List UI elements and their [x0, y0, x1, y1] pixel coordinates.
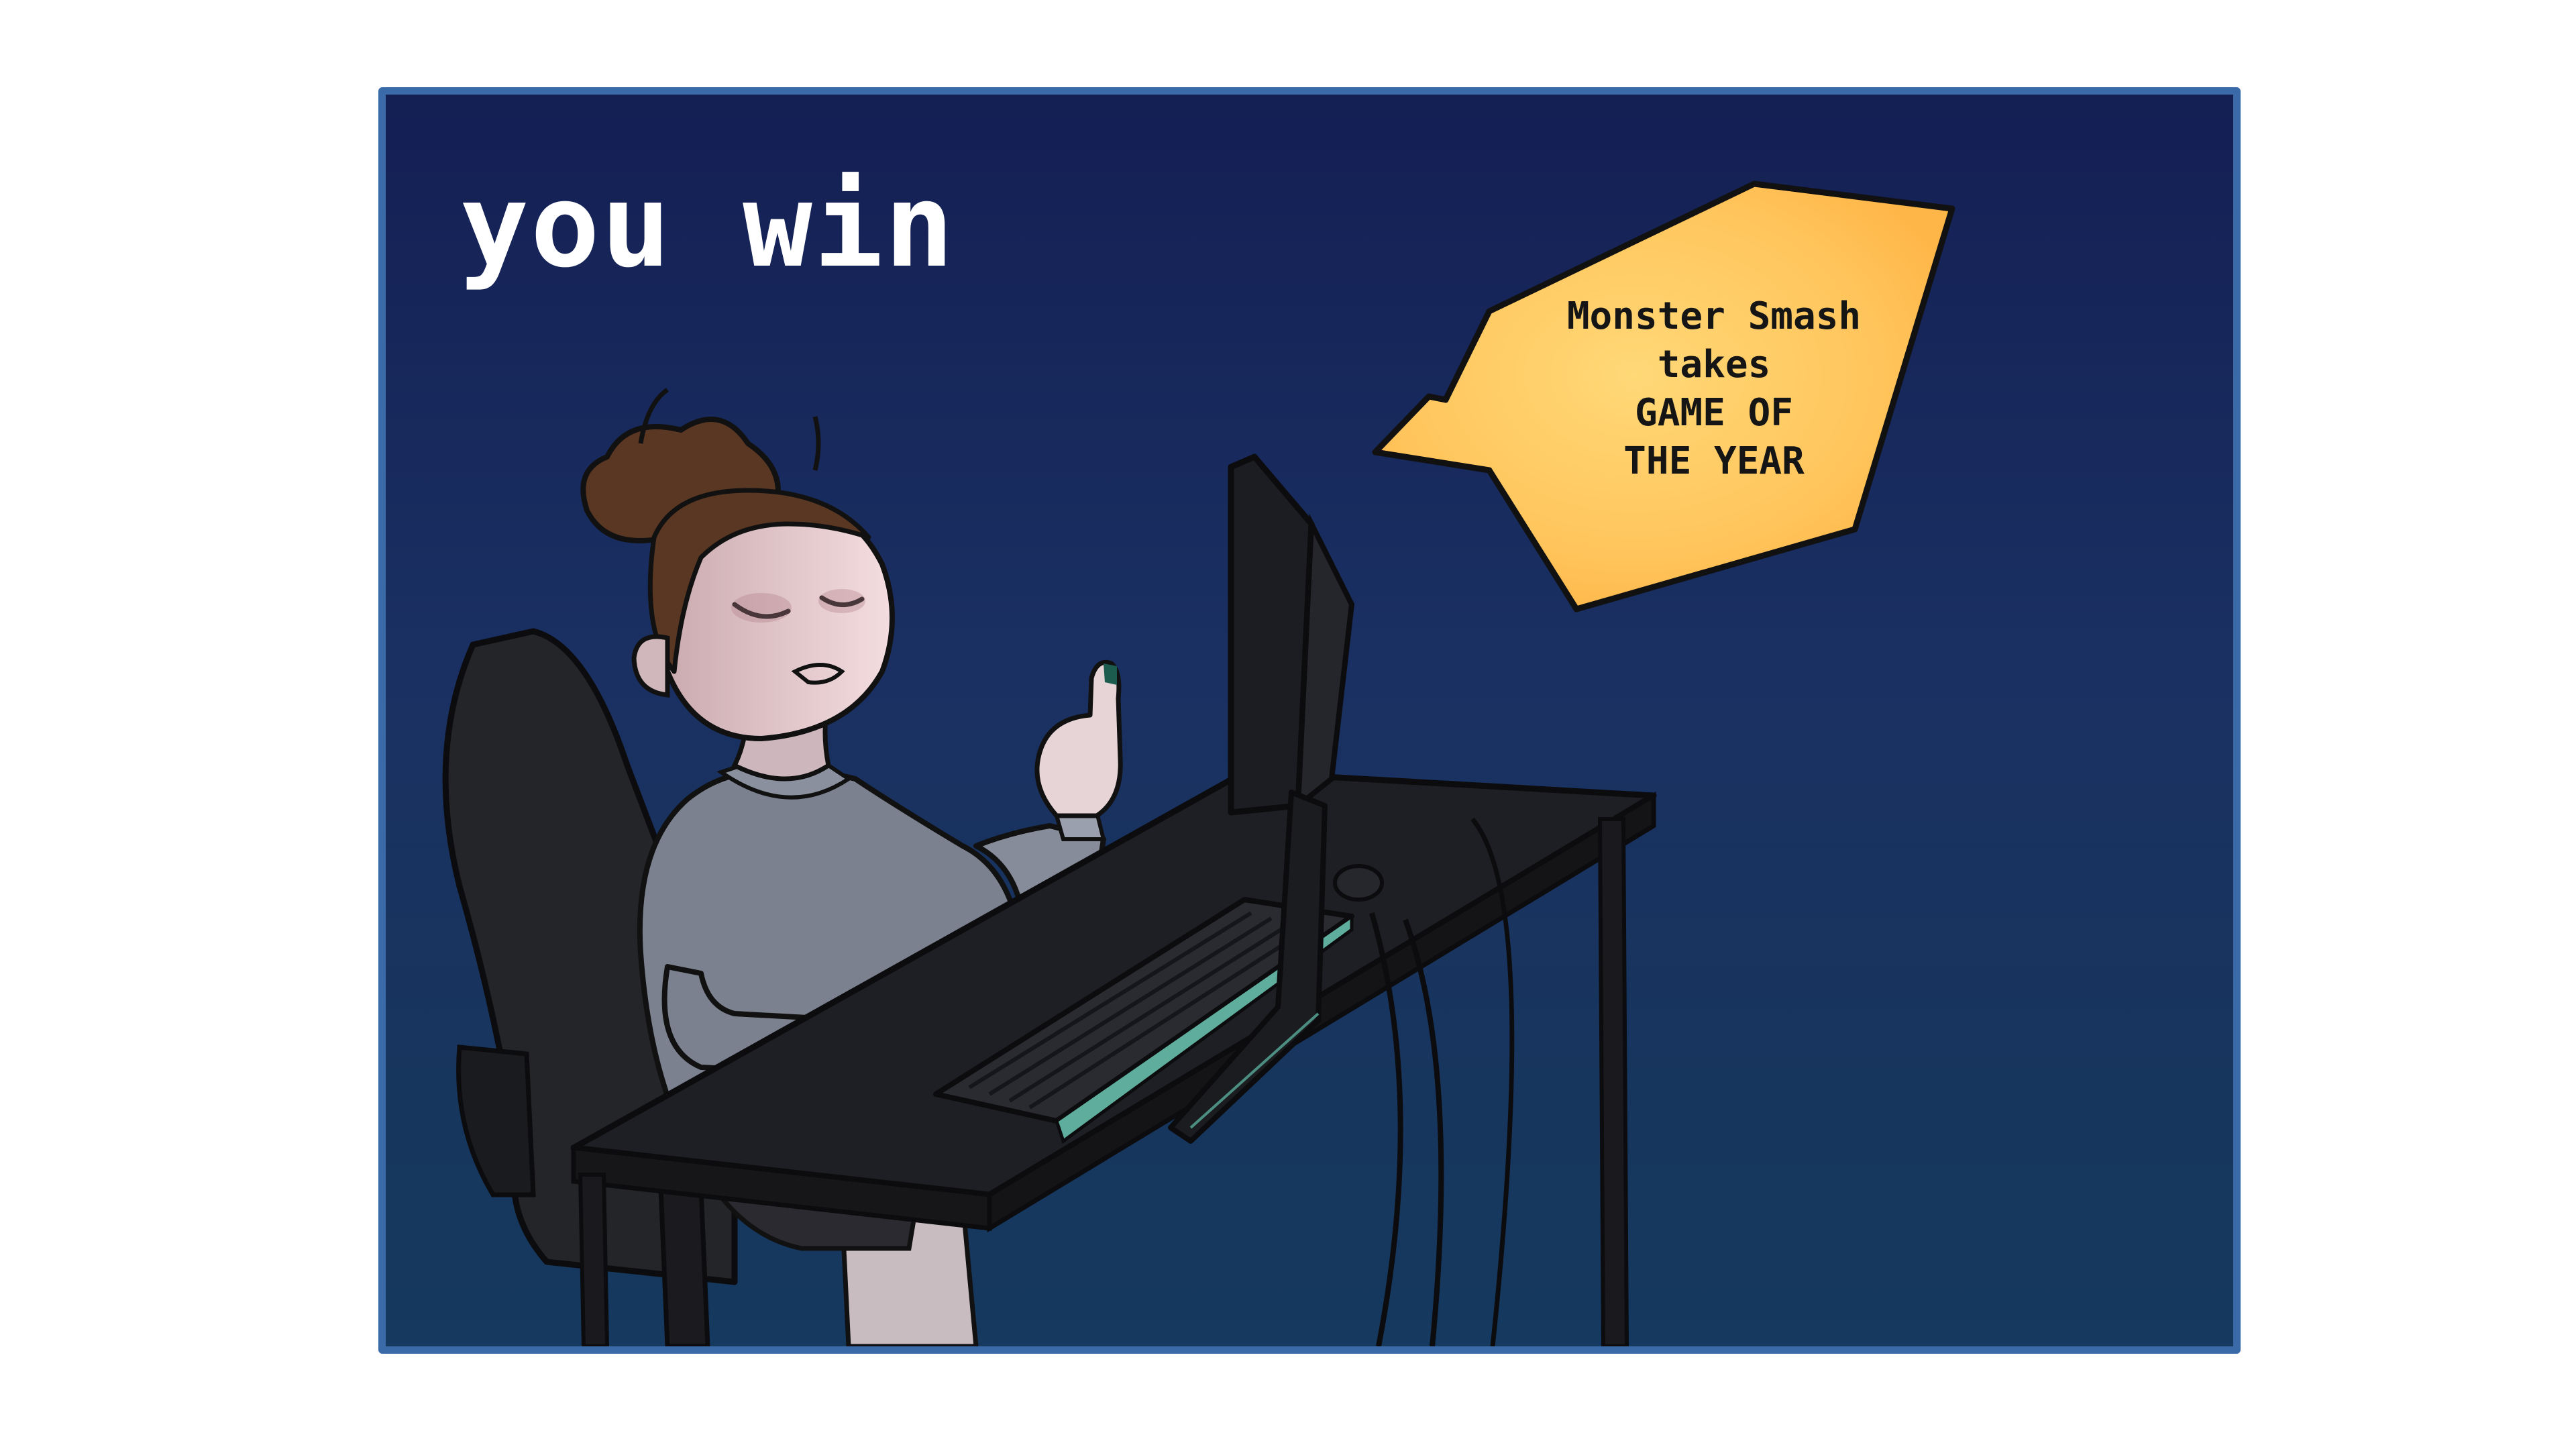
game-screen: you win Monster Smash takes GAME OF THE … — [0, 0, 2576, 1449]
bubble-line: GAME OF — [1634, 391, 1793, 435]
bubble-line: takes — [1657, 343, 1771, 386]
bubble-line: Monster Smash — [1566, 294, 1862, 338]
panel-title: you win — [460, 158, 955, 293]
bubble-line: THE YEAR — [1623, 439, 1805, 483]
comic-panel: you win Monster Smash takes GAME OF THE … — [378, 87, 2241, 1354]
speech-bubble-text: Monster Smash takes GAME OF THE YEAR — [1486, 292, 1942, 486]
